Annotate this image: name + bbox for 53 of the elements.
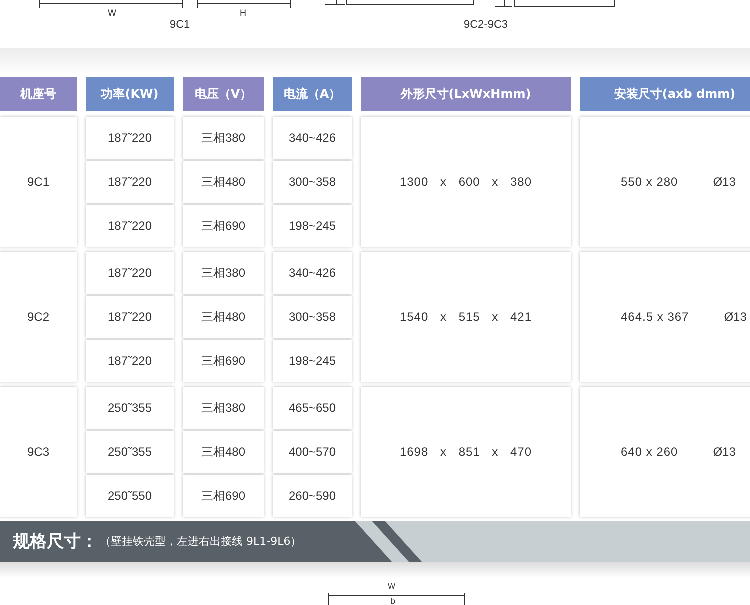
table-cell: 400~570 [273,431,352,473]
table-cell: 三相690 [183,205,264,247]
table-cell: 250˜550 [86,475,174,517]
table-cell: 187˜220 [86,252,174,294]
mounting-size: 464.5 x 367 [621,310,690,324]
table-cell: 187˜220 [86,340,174,382]
column-header: 功率(KW) [86,77,174,111]
table-cell: 1698 x 851 x 470 [361,387,571,517]
hole-size: Ø13 [724,310,747,324]
table-cell: 9C2 [0,252,77,382]
drawing-caption: 9C2-9C3 [464,19,508,31]
mounting-size: 550 x 280 [621,175,678,189]
table-cell: 250˜355 [86,431,174,473]
table-cell: 340~426 [273,252,352,294]
table-cell: 三相480 [183,161,264,203]
hole-size: Ø13 [713,445,736,459]
table-cell: 198~245 [273,340,352,382]
table-cell: 300~358 [273,161,352,203]
table-cell: 187˜220 [86,205,174,247]
table-cell: 三相480 [183,431,264,473]
dimension-label: H [240,8,246,18]
table-cell: 187˜220 [86,161,174,203]
hole-size: Ø13 [713,175,736,189]
banner-title: 规格尺寸： [13,531,98,553]
table-cell: 260~590 [273,475,352,517]
table-cell: 三相690 [183,475,264,517]
column-header: 机座号 [0,77,77,111]
table-cell: 三相480 [183,296,264,338]
banner-subtitle: （壁挂铁壳型，左进右出接线 9L1-9L6） [100,534,302,549]
table-cell: 9C1 [0,117,77,247]
table-cell: 三相380 [183,252,264,294]
mounting-size: 640 x 260 [621,445,678,459]
table-cell: 340~426 [273,117,352,159]
table-cell: 9C3 [0,387,77,517]
column-header: 外形尺寸(LxWxHmm) [361,77,571,111]
dimension-label: W [108,8,116,18]
dimension-label: b [391,597,396,605]
table-cell: 187˜220 [86,296,174,338]
table-cell: 1540 x 515 x 421 [361,252,571,382]
dimension-label: W [388,582,396,591]
table-cell: 三相380 [183,387,264,429]
table-cell: 三相380 [183,117,264,159]
drawing-caption: 9C1 [170,19,190,31]
table-cell: 465~650 [273,387,352,429]
table-cell: 1300 x 600 x 380 [361,117,571,247]
table-cell: 250˜355 [86,387,174,429]
table-cell: 300~358 [273,296,352,338]
column-header: 电压（V） [183,77,264,111]
column-header: 安装尺寸(axb dmm) [580,77,750,111]
table-cell: 187˜220 [86,117,174,159]
table-cell: 198~245 [273,205,352,247]
column-header: 电流（A） [273,77,352,111]
table-cell: 三相690 [183,340,264,382]
